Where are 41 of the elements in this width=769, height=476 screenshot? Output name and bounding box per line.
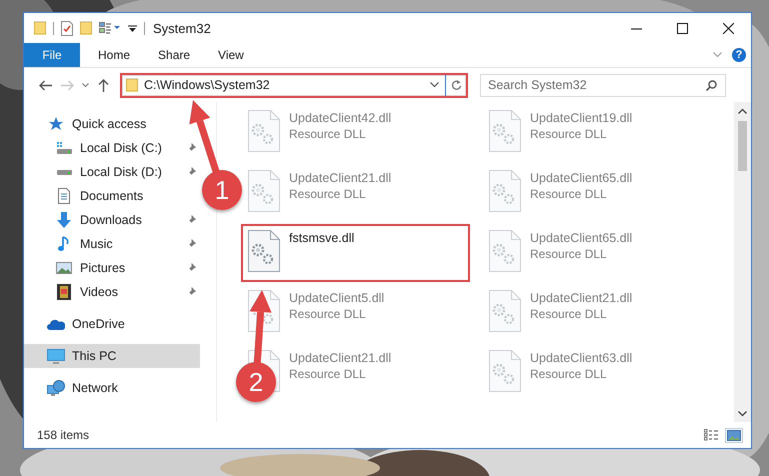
file-name: fstsmsve.dll [289,231,354,245]
file-name: UpdateClient21.dll [289,351,392,365]
sidebar-item[interactable]: Local Disk (C:) [24,136,200,160]
file-type: Resource DLL [530,127,608,141]
address-path: C:\Windows\System32 [144,78,271,92]
file-type: Resource DLL [530,367,608,381]
sidebar-item[interactable]: OneDrive [24,312,200,336]
ribbon-tab[interactable]: View [204,43,258,67]
sidebar-item[interactable]: Local Disk (D:) [24,160,200,184]
file-name: UpdateClient42.dll [289,111,392,125]
sidebar-item[interactable]: Documents [24,184,200,208]
ribbon-tab[interactable]: Home [84,43,144,67]
file-type: Resource DLL [289,307,367,321]
file-item[interactable]: fstsmsve.dll [241,224,470,282]
file-type: Resource DLL [289,127,367,141]
file-type: Resource DLL [530,307,608,321]
file-name: UpdateClient21.dll [530,291,632,305]
item-count: 158 items [37,428,90,442]
file-name: UpdateClient65.dll [530,171,632,185]
file-type: Resource DLL [530,187,608,201]
file-name: UpdateClient21.dll [289,171,392,185]
file-menu-tab[interactable]: File [24,43,80,67]
sidebar-item[interactable]: This PC [24,344,200,368]
file-name: UpdateClient5.dll [289,291,384,305]
sidebar-item[interactable]: Pictures [24,256,200,280]
ribbon-tab[interactable]: Share [144,43,204,67]
help-button[interactable]: ? [732,48,746,62]
search-field[interactable]: Search System32 [480,74,726,96]
file-type: Resource DLL [289,367,367,381]
sidebar-item[interactable]: Videos [24,280,200,304]
file-type: Resource DLL [530,247,608,261]
sidebar-item[interactable]: Downloads [24,208,200,232]
window-title: System32 [153,20,211,36]
file-name: UpdateClient63.dll [530,351,632,365]
file-type: Resource DLL [289,187,367,201]
address-bar[interactable]: C:\Windows\System32 [120,72,468,98]
sidebar-item[interactable]: Network [24,376,200,400]
file-name: UpdateClient65.dll [530,231,632,245]
file-name: UpdateClient19.dll [530,111,632,125]
sidebar-item[interactable]: Quick access [24,112,200,136]
sidebar-item[interactable]: Music [24,232,200,256]
